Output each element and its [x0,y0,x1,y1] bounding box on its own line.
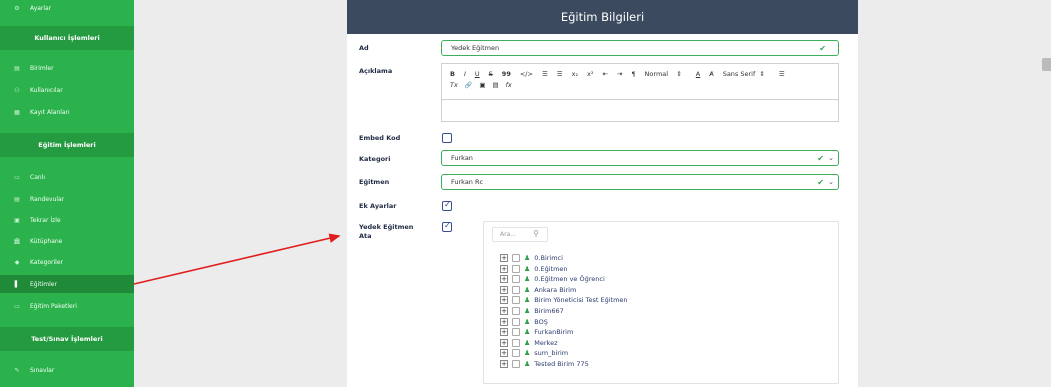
annotation-arrow [133,233,341,285]
app-root: ⚙ Ayarlar Kullanıcı İşlemleri ▤ Birimler… [0,0,1051,387]
